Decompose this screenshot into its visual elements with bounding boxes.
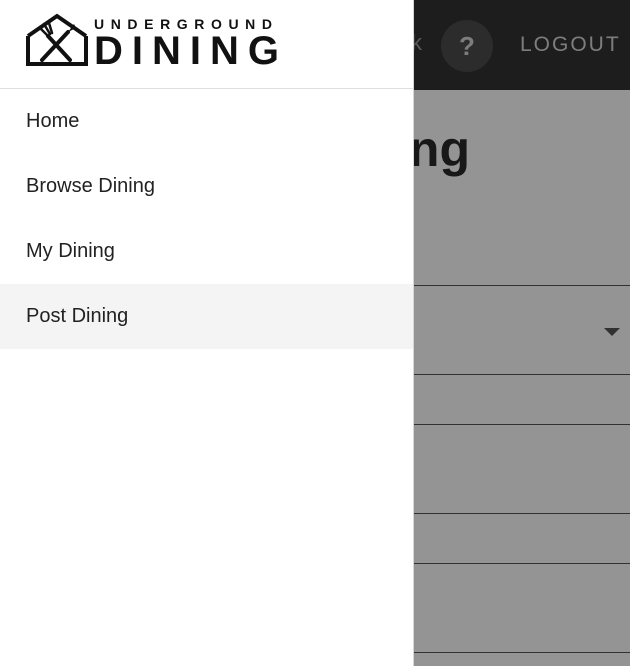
menu-item-post-dining[interactable]: Post Dining	[0, 284, 413, 349]
house-fork-knife-icon	[26, 13, 88, 66]
menu-item-home[interactable]: Home	[0, 89, 413, 154]
brand-logo[interactable]: UNDERGROUND DINING	[24, 12, 294, 73]
drawer-header: UNDERGROUND DINING	[0, 0, 413, 89]
menu-item-browse-dining[interactable]: Browse Dining	[0, 154, 413, 219]
logo-main-text: DINING	[94, 29, 288, 73]
app-page: k ? LOGOUT ng UNDERGROUND DINING Home Br…	[0, 0, 630, 666]
drawer-menu: Home Browse Dining My Dining Post Dining	[0, 89, 413, 349]
navigation-drawer: UNDERGROUND DINING Home Browse Dining My…	[0, 0, 414, 666]
menu-item-my-dining[interactable]: My Dining	[0, 219, 413, 284]
